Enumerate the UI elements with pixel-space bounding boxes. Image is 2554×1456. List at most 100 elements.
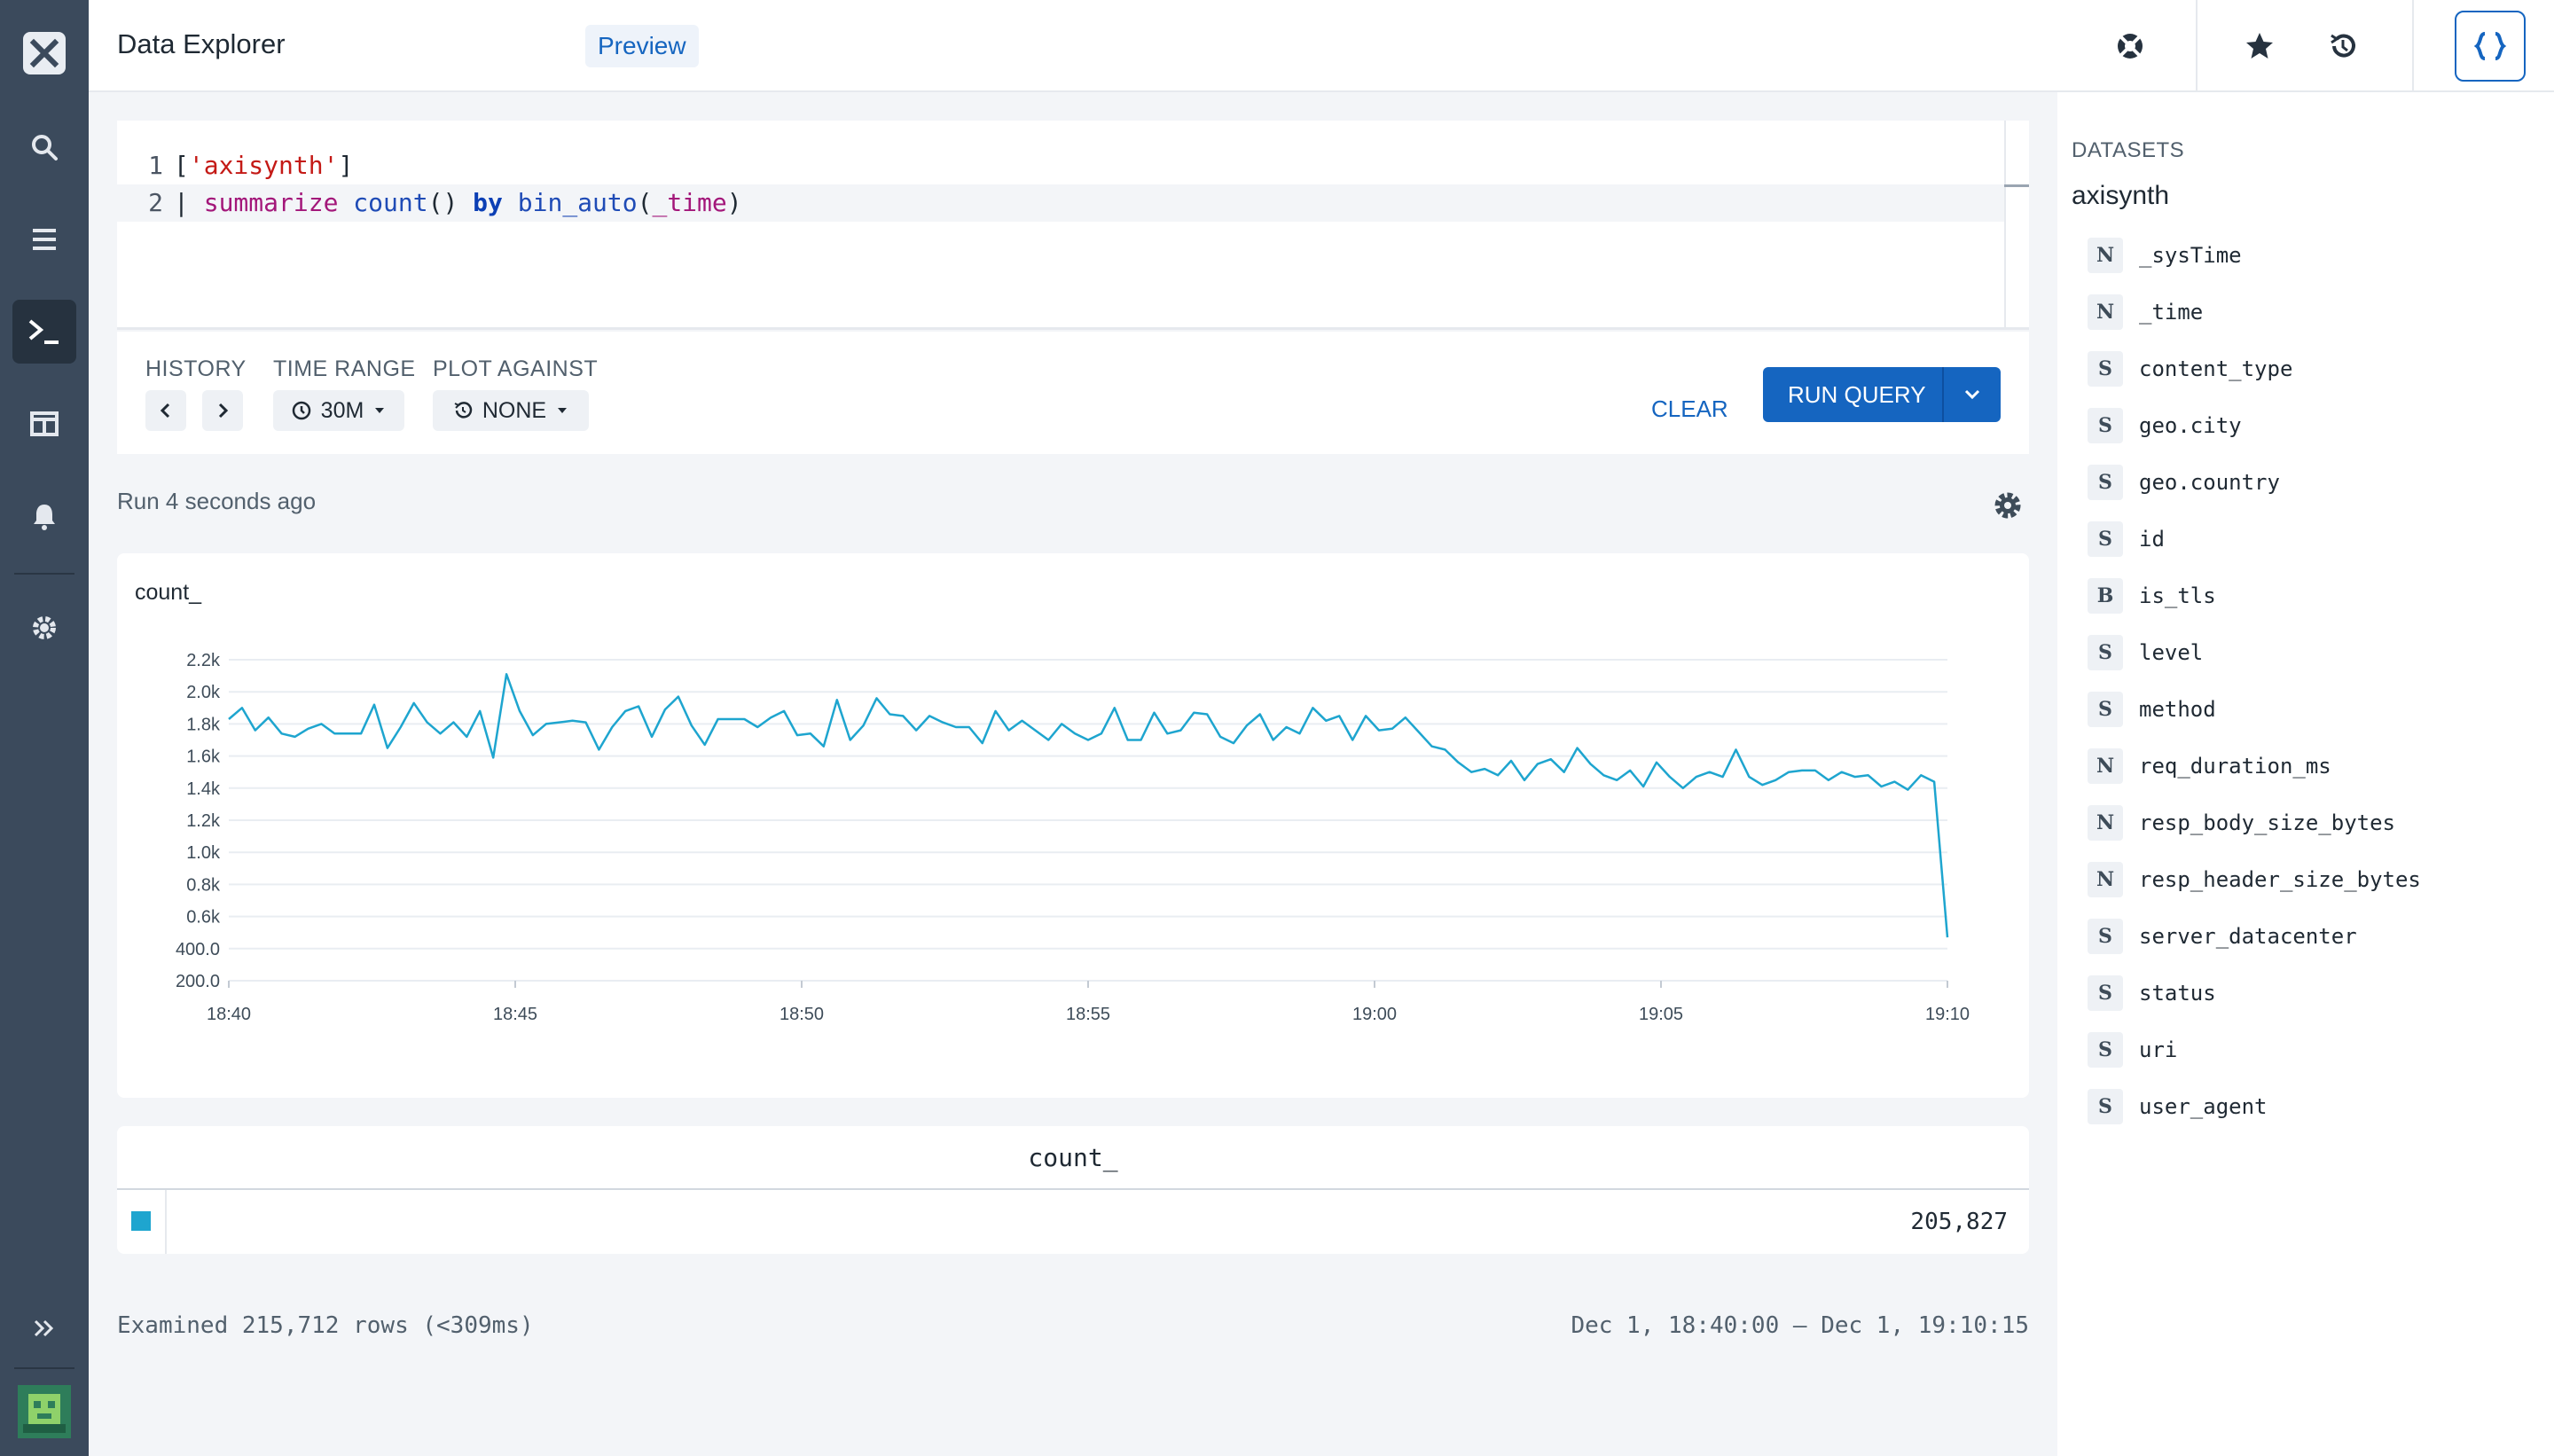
dataset-field-item[interactable]: Nreq_duration_ms bbox=[2088, 747, 2531, 786]
field-name: resp_body_size_bytes bbox=[2139, 810, 2395, 835]
field-type-badge: S bbox=[2088, 351, 2123, 387]
field-name: method bbox=[2139, 697, 2216, 722]
line-number: 2 bbox=[148, 188, 163, 217]
preview-badge: Preview bbox=[585, 25, 699, 67]
expand-nav-icon[interactable] bbox=[12, 1296, 76, 1360]
y-tick-label: 1.8k bbox=[186, 715, 221, 734]
field-type-badge: N bbox=[2088, 748, 2123, 784]
editor-line[interactable]: 1 ['axisynth'] bbox=[117, 147, 2004, 184]
dataset-field-item[interactable]: Sstatus bbox=[2088, 974, 2531, 1013]
top-bar: Data Explorer Preview bbox=[89, 0, 2554, 92]
series-color-swatch[interactable] bbox=[131, 1211, 151, 1231]
editor-line[interactable]: 2 | summarize count() by bin_auto(_time) bbox=[117, 184, 2004, 222]
dataset-field-item[interactable]: Sserver_datacenter bbox=[2088, 917, 2531, 956]
field-type-badge: S bbox=[2088, 1032, 2123, 1068]
editor-line-text: | summarize count() by bin_auto(_time) bbox=[174, 188, 742, 217]
field-name: geo.country bbox=[2139, 470, 2280, 495]
dataset-field-item[interactable]: N _time bbox=[2088, 293, 2531, 332]
time-range-label: TIME RANGE bbox=[273, 356, 416, 381]
editor-scrollbar-thumb[interactable] bbox=[2004, 184, 2029, 187]
dataset-field-item[interactable]: Sgeo.city bbox=[2088, 406, 2531, 445]
x-tick-label: 18:50 bbox=[780, 1005, 824, 1024]
run-query-options-chevron-icon[interactable] bbox=[1944, 367, 2001, 422]
field-type-badge: B bbox=[2088, 578, 2123, 614]
y-tick-label: 1.0k bbox=[186, 843, 221, 863]
history-small-icon bbox=[454, 402, 473, 419]
plot-against-label: PLOT AGAINST bbox=[433, 356, 599, 381]
examined-rows-status: Examined 215,712 rows (<309ms) bbox=[117, 1312, 534, 1339]
dataset-field-item[interactable]: Suser_agent bbox=[2088, 1087, 2531, 1126]
left-nav bbox=[0, 0, 89, 1456]
field-type-badge: S bbox=[2088, 1089, 2123, 1124]
dataset-name[interactable]: axisynth bbox=[2072, 181, 2169, 211]
dataset-field-item[interactable]: Slevel bbox=[2088, 633, 2531, 672]
dataset-field-item[interactable]: Bis_tls bbox=[2088, 576, 2531, 615]
query-editor[interactable]: 1 ['axisynth'] 2 | summarize count() by bi… bbox=[117, 121, 2029, 330]
field-type-badge: S bbox=[2088, 919, 2123, 954]
field-name: user_agent bbox=[2139, 1094, 2268, 1119]
history-icon[interactable] bbox=[2320, 23, 2366, 69]
datasets-heading: DATASETS bbox=[2072, 138, 2185, 162]
x-tick-label: 19:10 bbox=[1925, 1005, 1970, 1024]
dataset-field-item[interactable]: Sgeo.country bbox=[2088, 463, 2531, 502]
line-chart: count_ 2.2k 2.0k 1.8k 1.6k 1.4k 1.2k 1.0k 0.8k 0… bbox=[135, 580, 1970, 1024]
clock-icon bbox=[292, 401, 310, 420]
dataset-field-item[interactable]: Suri bbox=[2088, 1030, 2531, 1069]
run-query-label: RUN QUERY bbox=[1788, 381, 1926, 408]
plot-against-select[interactable]: NONE bbox=[433, 390, 589, 431]
history-forward-button[interactable] bbox=[202, 390, 243, 431]
field-name: content_type bbox=[2139, 356, 2293, 381]
editor-line-text: ['axisynth'] bbox=[174, 151, 354, 180]
field-type-badge: N bbox=[2088, 862, 2123, 897]
results-table: count_ 205,827 bbox=[117, 1126, 2029, 1254]
y-tick-label: 1.4k bbox=[186, 779, 221, 799]
caret-down-icon bbox=[558, 408, 568, 413]
field-name: id bbox=[2139, 527, 2165, 552]
bell-icon[interactable] bbox=[12, 484, 76, 548]
dataset-field-item[interactable]: Smethod bbox=[2088, 690, 2531, 729]
query-terminal-icon[interactable] bbox=[12, 300, 76, 364]
dataset-field-item[interactable]: Sid bbox=[2088, 520, 2531, 559]
history-back-button[interactable] bbox=[145, 390, 186, 431]
field-name: req_duration_ms bbox=[2139, 754, 2331, 779]
dataset-field-item[interactable]: Scontent_type bbox=[2088, 349, 2531, 388]
table-cell-count-value: 205,827 bbox=[1910, 1209, 2008, 1235]
field-type-badge: N bbox=[2088, 805, 2123, 841]
nav-divider bbox=[14, 1367, 74, 1369]
help-lifebuoy-icon[interactable] bbox=[2107, 23, 2153, 69]
dataset-field-item[interactable]: Nresp_body_size_bytes bbox=[2088, 803, 2531, 842]
dataset-field-item[interactable]: Nresp_header_size_bytes bbox=[2088, 860, 2531, 899]
table-row-swatch-cell bbox=[117, 1190, 167, 1254]
clear-button[interactable]: CLEAR bbox=[1651, 381, 1728, 436]
table-header-count[interactable]: count_ bbox=[117, 1126, 2029, 1190]
field-name: resp_header_size_bytes bbox=[2139, 867, 2421, 892]
dashboards-icon[interactable] bbox=[12, 392, 76, 456]
x-tick-label: 18:55 bbox=[1066, 1005, 1110, 1024]
caret-down-icon bbox=[375, 408, 385, 413]
time-range-select[interactable]: 30M bbox=[273, 390, 404, 431]
y-tick-label: 200.0 bbox=[176, 972, 220, 991]
run-query-button[interactable]: RUN QUERY bbox=[1763, 367, 2001, 422]
star-icon[interactable] bbox=[2237, 23, 2283, 69]
dataset-field-item[interactable]: N _sysTime bbox=[2088, 236, 2531, 275]
editor-scrollbar[interactable] bbox=[2004, 121, 2029, 330]
app-logo-icon[interactable] bbox=[23, 32, 66, 74]
query-code-toggle-icon[interactable] bbox=[2455, 11, 2526, 82]
field-type-badge: S bbox=[2088, 465, 2123, 500]
settings-gear-icon[interactable] bbox=[12, 596, 76, 660]
field-name: server_datacenter bbox=[2139, 924, 2357, 949]
y-tick-label: 0.6k bbox=[186, 908, 221, 928]
field-type-badge: S bbox=[2088, 692, 2123, 727]
nav-divider bbox=[14, 573, 74, 575]
field-type-badge: S bbox=[2088, 521, 2123, 557]
datasets-sidebar: DATASETS axisynth N _sysTime N _time Sconten… bbox=[2057, 92, 2554, 1456]
search-icon[interactable] bbox=[12, 115, 76, 179]
x-tick-label: 18:45 bbox=[493, 1005, 537, 1024]
y-tick-label: 400.0 bbox=[176, 940, 220, 959]
stream-icon[interactable] bbox=[12, 207, 76, 271]
avatar[interactable] bbox=[18, 1385, 71, 1438]
y-tick-label: 0.8k bbox=[186, 875, 221, 895]
plot-against-value: NONE bbox=[482, 397, 547, 423]
run-status: Run 4 seconds ago bbox=[117, 488, 317, 514]
chart-settings-gear-icon[interactable] bbox=[1990, 488, 2025, 523]
